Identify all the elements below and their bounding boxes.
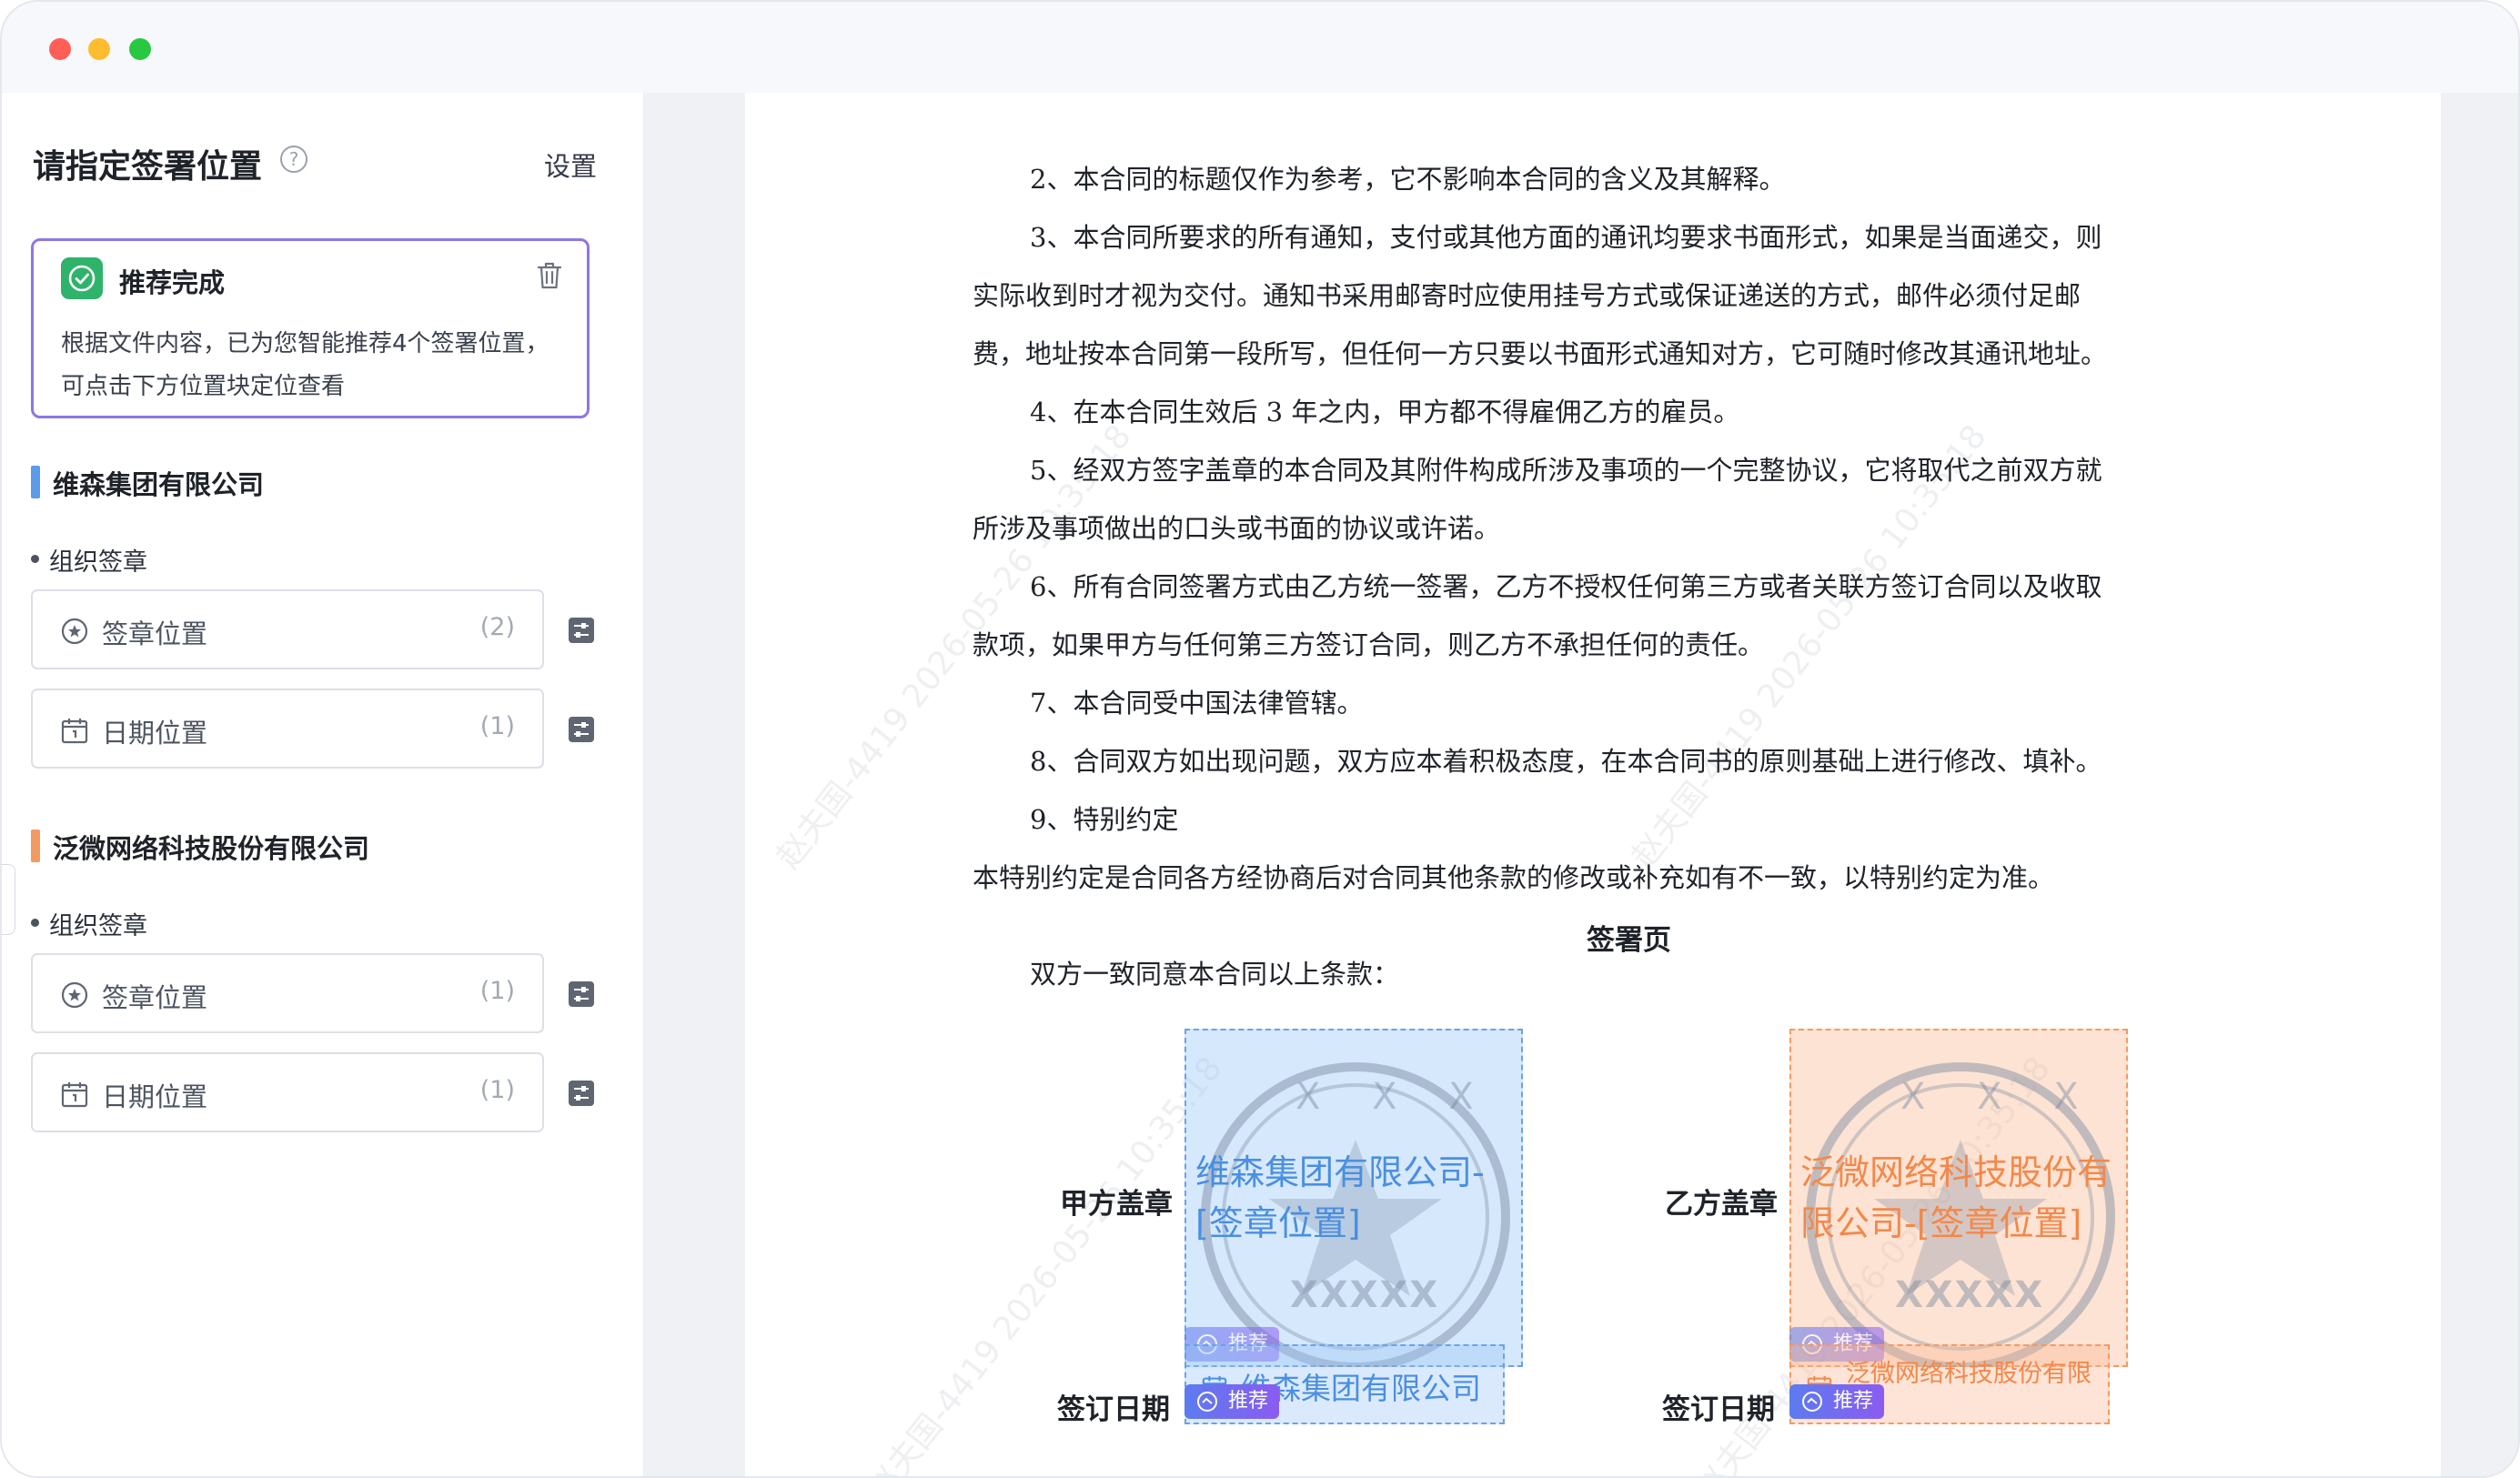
recommend-tag-label: 推荐 <box>1228 1390 1269 1413</box>
field-label: 日期位置 <box>102 718 208 749</box>
contract-line: 所涉及事项做出的口头或书面的协议或许诺。 <box>973 513 1501 544</box>
maximize-window-button[interactable] <box>129 38 151 60</box>
agree-line: 双方一致同意本合同以上条款： <box>1030 959 1400 990</box>
seal-placeholder-text: XXXXX <box>1290 1274 1440 1316</box>
field-count: (1) <box>479 1076 515 1104</box>
seal-placeholder-mark: X X X <box>1295 1076 1494 1118</box>
app-window: 请指定签署位置 ? 设置 推荐完成 根据文件内容，已为您智能推荐4个签署位置，可… <box>0 0 2520 1478</box>
calendar-icon <box>60 1080 89 1112</box>
party-a-date-label: 签订日期 <box>1057 1393 1170 1426</box>
field-label: 签章位置 <box>102 618 208 649</box>
recommend-title: 推荐完成 <box>119 267 226 298</box>
document-viewer-margin <box>2441 93 2518 1476</box>
watermark: 赵夫国-4419 2026-05-26 10:35:18 <box>861 1050 1230 1478</box>
party-b-seal-position[interactable]: 泛微网络科技股份有限公司-[签章位置] XXXXX X X X <box>1789 1029 2128 1367</box>
trash-icon[interactable] <box>536 261 563 294</box>
recommend-tag-label: 推荐 <box>1833 1390 1874 1413</box>
party-a-seal-label: 甲方盖章 <box>1060 1188 1173 1221</box>
adjust-icon[interactable] <box>568 716 595 747</box>
party-b-date-label: 签订日期 <box>1662 1393 1775 1426</box>
recommend-description: 根据文件内容，已为您智能推荐4个签署位置，可点击下方位置块定位查看 <box>61 330 549 400</box>
field-label: 签章位置 <box>102 982 208 1013</box>
company-header-fanwei: 泛微网络科技股份有限公司 <box>31 828 369 866</box>
contract-line: 本特别约定是合同各方经协商后对合同其他条款的修改或补充如有不一致，以特别约定为准… <box>973 862 2055 893</box>
contract-line: 2、本合同的标题仅作为参考，它不影响本合同的含义及其解释。 <box>1030 164 1786 195</box>
group-label: 组织签章 <box>31 542 147 578</box>
group-label: 组织签章 <box>31 906 147 941</box>
signature-page-heading: 签署页 <box>1587 924 1671 957</box>
seal-placeholder-mark: X X X <box>1900 1076 2099 1118</box>
adjust-icon[interactable] <box>568 617 595 648</box>
contract-line: 实际收到时才视为交付。通知书采用邮寄时应使用挂号方式或保证递送的方式，邮件必须付… <box>973 280 2082 311</box>
recommend-tag: 推荐 <box>1184 1384 1280 1419</box>
seal-position-field[interactable]: 签章位置 (2) <box>31 589 544 669</box>
contract-line: 款项，如果甲方与任何第三方签订合同，则乙方不承担任何的责任。 <box>973 629 1765 660</box>
title-bar <box>2 2 2518 94</box>
contract-line: 3、本合同所要求的所有通知，支付或其他方面的通讯均要求书面形式，如果是当面递交，… <box>1030 222 2102 253</box>
adjust-icon[interactable] <box>568 980 595 1011</box>
recommend-card: 推荐完成 根据文件内容，已为您智能推荐4个签署位置，可点击下方位置块定位查看 <box>31 238 590 418</box>
date-position-text: 泛微网络科技股份有限 <box>1846 1360 2092 1388</box>
sidebar-title: 请指定签署位置 <box>33 148 263 186</box>
date-position-field[interactable]: 日期位置 (1) <box>31 1052 544 1132</box>
field-count: (1) <box>479 712 515 740</box>
close-window-button[interactable] <box>49 38 71 60</box>
company-header-weisen: 维森集团有限公司 <box>31 464 264 502</box>
sidebar: 请指定签署位置 ? 设置 推荐完成 根据文件内容，已为您智能推荐4个签署位置，可… <box>2 93 644 1476</box>
contract-line: 9、特别约定 <box>1030 804 1179 835</box>
contract-line: 6、所有合同签署方式由乙方统一签署，乙方不授权任何第三方或者关联方签订合同以及收… <box>1030 571 2102 602</box>
contract-line: 8、合同双方如出现问题，双方应本着积极态度，在本合同书的原则基础上进行修改、填补… <box>1030 746 2102 777</box>
adjust-icon[interactable] <box>568 1080 595 1111</box>
field-count: (1) <box>479 977 515 1005</box>
seal-position-text: 泛微网络科技股份有限公司-[签章位置] <box>1800 1152 2112 1243</box>
document-page[interactable]: 赵夫国-4419 2026-05-26 10:35:18 赵夫国-4419 20… <box>745 93 2441 1478</box>
company-name: 泛微网络科技股份有限公司 <box>53 833 370 864</box>
seal-icon <box>60 980 89 1013</box>
field-count: (2) <box>479 613 515 641</box>
date-position-field[interactable]: 日期位置 (1) <box>31 689 544 769</box>
recommend-tag: 推荐 <box>1789 1384 1885 1419</box>
contract-line: 费，地址按本合同第一段所写，但任何一方只要以书面形式通知对方，它可随时修改其通讯… <box>973 338 2108 369</box>
check-circle-icon <box>61 257 103 299</box>
minimize-window-button[interactable] <box>88 38 110 60</box>
contract-line: 7、本合同受中国法律管辖。 <box>1030 688 1364 719</box>
seal-position-text: 维森集团有限公司-[签章位置] <box>1195 1152 1485 1243</box>
sidebar-collapse-handle[interactable] <box>2 864 15 935</box>
party-b-seal-label: 乙方盖章 <box>1665 1188 1778 1221</box>
seal-placeholder-text: XXXXX <box>1895 1274 2045 1316</box>
settings-button[interactable]: 设置 <box>544 146 597 184</box>
party-a-seal-position[interactable]: 维森集团有限公司-[签章位置] XXXXX X X X <box>1184 1029 1523 1367</box>
company-color-bar <box>31 466 40 498</box>
contract-line: 5、经双方签字盖章的本合同及其附件构成所涉及事项的一个完整协议，它将取代之前双方… <box>1030 455 2102 486</box>
seal-position-field[interactable]: 签章位置 (1) <box>31 953 544 1033</box>
company-name: 维森集团有限公司 <box>53 469 265 500</box>
seal-icon <box>60 617 89 649</box>
contract-line: 4、在本合同生效后 3 年之内，甲方都不得雇佣乙方的雇员。 <box>1030 397 1740 427</box>
field-label: 日期位置 <box>102 1081 208 1112</box>
calendar-icon <box>60 716 89 749</box>
question-circle-icon[interactable]: ? <box>280 146 307 173</box>
company-color-bar <box>31 829 40 862</box>
